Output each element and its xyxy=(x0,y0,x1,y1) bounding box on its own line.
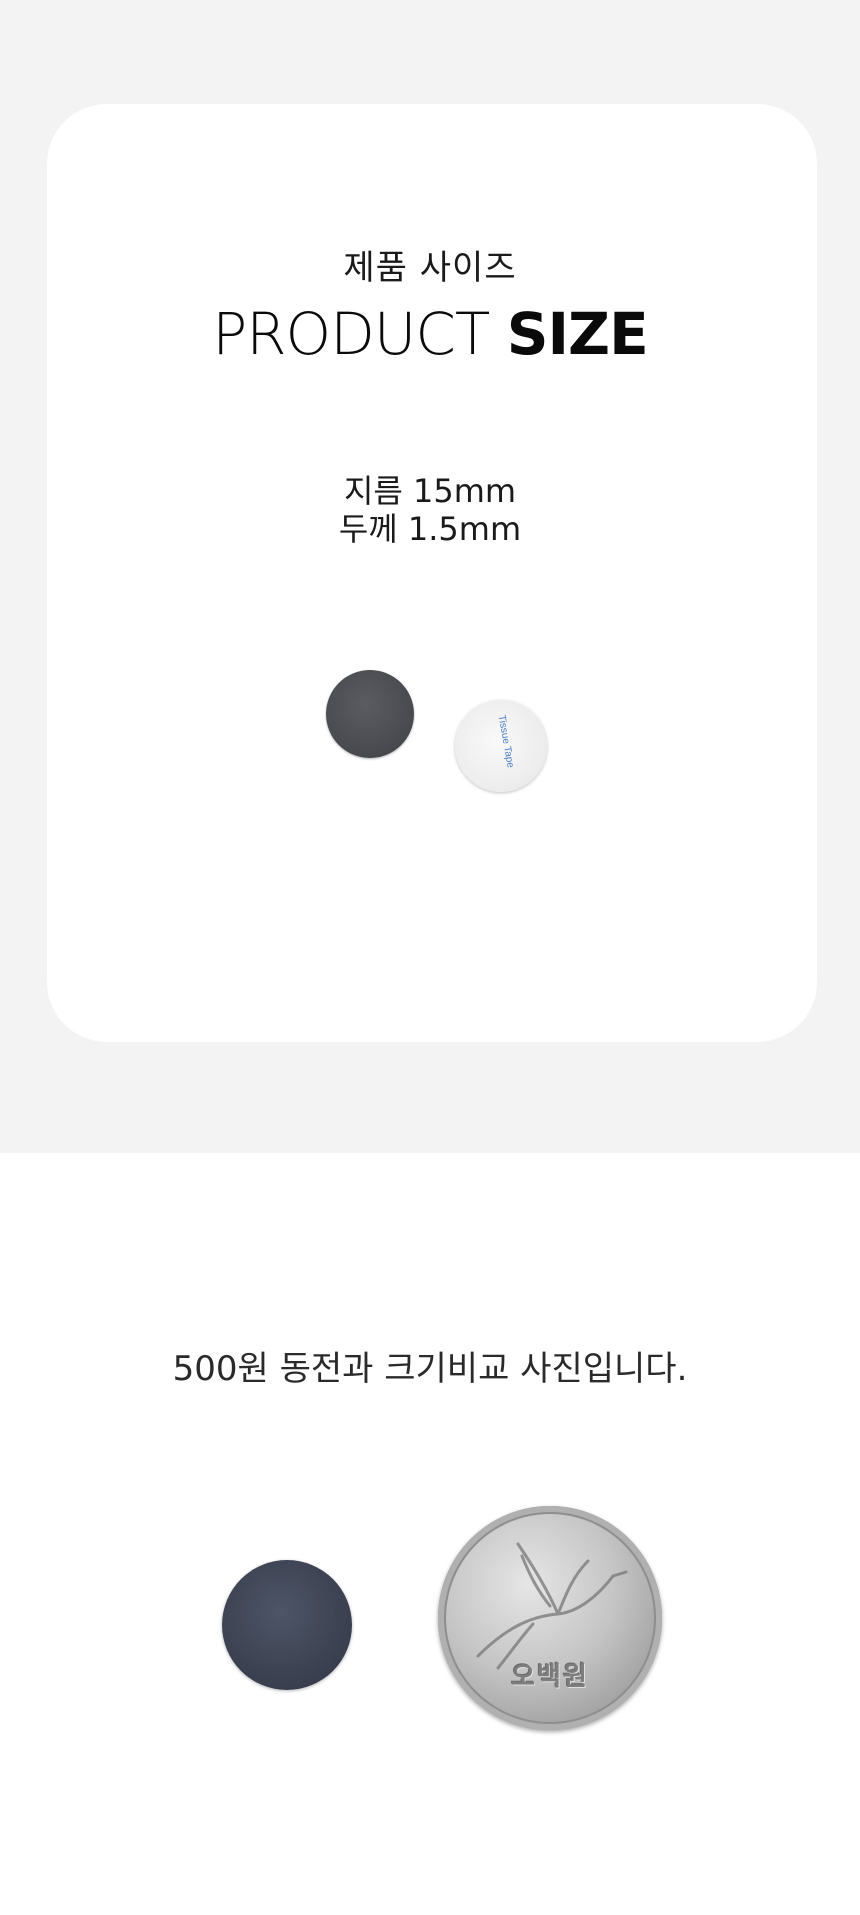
spec-thickness: 두께 1.5mm xyxy=(338,510,522,548)
tape-label: Tissue Tape xyxy=(495,714,516,769)
comparison-caption: 500원 동전과 크기비교 사진입니다. xyxy=(172,1349,688,1389)
coin-inscription: 오백원 xyxy=(511,1662,589,1692)
section-subtitle: 제품 사이즈 xyxy=(343,248,517,288)
magnet-disc-compare-image xyxy=(222,1560,352,1690)
title-light: PRODUCT xyxy=(212,300,490,368)
magnet-disc-image xyxy=(326,670,414,758)
tape-backing-image: Tissue Tape xyxy=(455,700,547,792)
title-bold: SIZE xyxy=(506,300,649,368)
section-title: PRODUCT SIZE xyxy=(0,296,860,372)
coin-500-image: 오백원 xyxy=(438,1506,662,1730)
size-section xyxy=(0,0,860,1153)
crane-engraving-icon xyxy=(476,1542,628,1670)
